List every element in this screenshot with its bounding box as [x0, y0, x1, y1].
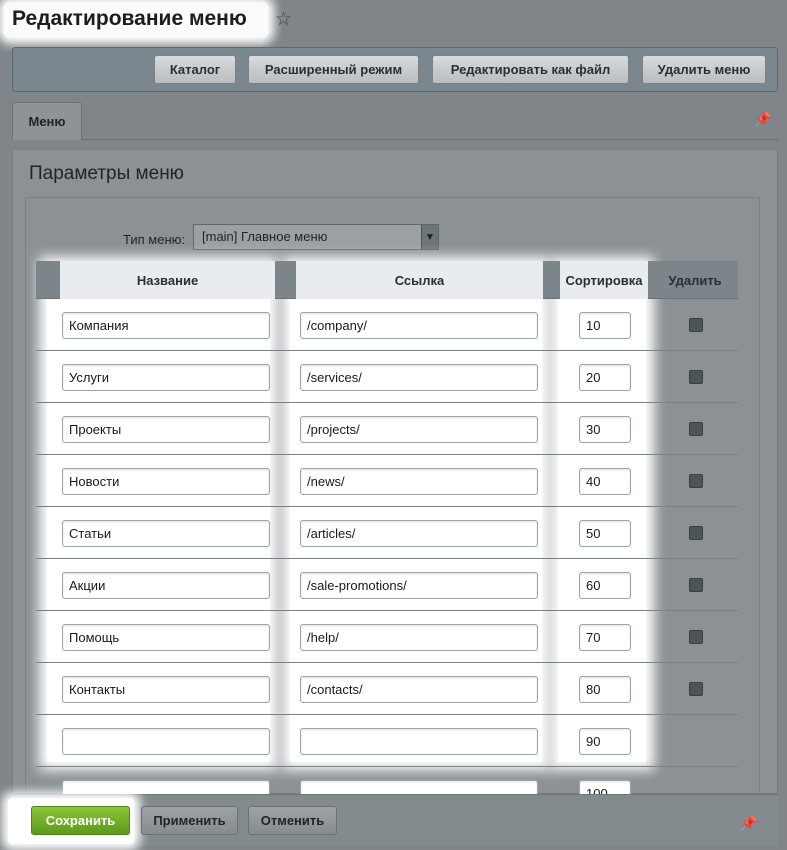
name-input[interactable]: [62, 416, 270, 443]
header-sort: Сортировка: [560, 261, 648, 299]
delete-checkbox[interactable]: [689, 578, 703, 592]
sort-input[interactable]: [579, 416, 631, 443]
apply-button[interactable]: Применить: [141, 806, 238, 835]
delete-checkbox[interactable]: [689, 370, 703, 384]
link-input[interactable]: [300, 312, 538, 339]
name-input[interactable]: [62, 624, 270, 651]
table-row: [36, 611, 738, 663]
sort-input[interactable]: [579, 520, 631, 547]
catalog-button[interactable]: Каталог: [154, 55, 236, 84]
link-input[interactable]: [300, 624, 538, 651]
sort-input[interactable]: [579, 728, 631, 755]
header-delete: Удалить: [668, 272, 722, 288]
name-input[interactable]: [62, 572, 270, 599]
name-input[interactable]: [62, 468, 270, 495]
save-button[interactable]: Сохранить: [31, 806, 130, 835]
link-input[interactable]: [300, 468, 538, 495]
table-row: [36, 559, 738, 611]
table-row: [36, 455, 738, 507]
sort-input[interactable]: [579, 676, 631, 703]
table-row: [36, 299, 738, 351]
delete-checkbox[interactable]: [689, 630, 703, 644]
page-title: Редактирование меню: [12, 7, 247, 30]
name-input[interactable]: [62, 364, 270, 391]
link-input[interactable]: [300, 416, 538, 443]
sort-input[interactable]: [579, 624, 631, 651]
section-title: Параметры меню: [29, 163, 184, 184]
edit-as-file-button[interactable]: Редактировать как файл: [432, 55, 629, 84]
header-link: Ссылка: [296, 261, 543, 299]
name-input[interactable]: [62, 312, 270, 339]
name-input[interactable]: [62, 520, 270, 547]
link-input[interactable]: [300, 676, 538, 703]
sort-input[interactable]: [579, 572, 631, 599]
table-row: [36, 663, 738, 715]
table-row: [36, 403, 738, 455]
sort-input[interactable]: [579, 364, 631, 391]
tabstrip: Меню 📌: [12, 100, 778, 140]
header-name: Название: [60, 261, 275, 299]
delete-checkbox[interactable]: [689, 318, 703, 332]
table-header: Название Ссылка Сортировка Удалить: [36, 261, 738, 299]
advanced-mode-button[interactable]: Расширенный режим: [248, 55, 419, 84]
menu-type-value: [main] Главное меню: [202, 229, 328, 244]
tab-menu[interactable]: Меню: [12, 102, 82, 140]
sort-input[interactable]: [579, 468, 631, 495]
table-row: [36, 715, 738, 767]
star-icon[interactable]: ☆: [275, 8, 292, 31]
delete-checkbox[interactable]: [689, 474, 703, 488]
pin-icon[interactable]: 📌: [740, 815, 757, 832]
delete-menu-button[interactable]: Удалить меню: [642, 55, 766, 84]
menu-type-select[interactable]: [main] Главное меню ▼: [193, 224, 439, 250]
chevron-down-icon[interactable]: ▼: [421, 225, 438, 249]
cancel-button[interactable]: Отменить: [248, 806, 337, 835]
sort-input[interactable]: [579, 312, 631, 339]
delete-checkbox[interactable]: [689, 682, 703, 696]
toolbar: Каталог Расширенный режим Редактировать …: [12, 47, 778, 92]
delete-checkbox[interactable]: [689, 422, 703, 436]
link-input[interactable]: [300, 520, 538, 547]
pin-icon[interactable]: 📌: [754, 111, 771, 128]
name-input[interactable]: [62, 676, 270, 703]
name-input[interactable]: [62, 728, 270, 755]
table-row: [36, 351, 738, 403]
link-input[interactable]: [300, 728, 538, 755]
table-row: [36, 507, 738, 559]
delete-checkbox[interactable]: [689, 526, 703, 540]
menu-type-label: Тип меню:: [123, 232, 185, 247]
link-input[interactable]: [300, 364, 538, 391]
link-input[interactable]: [300, 572, 538, 599]
